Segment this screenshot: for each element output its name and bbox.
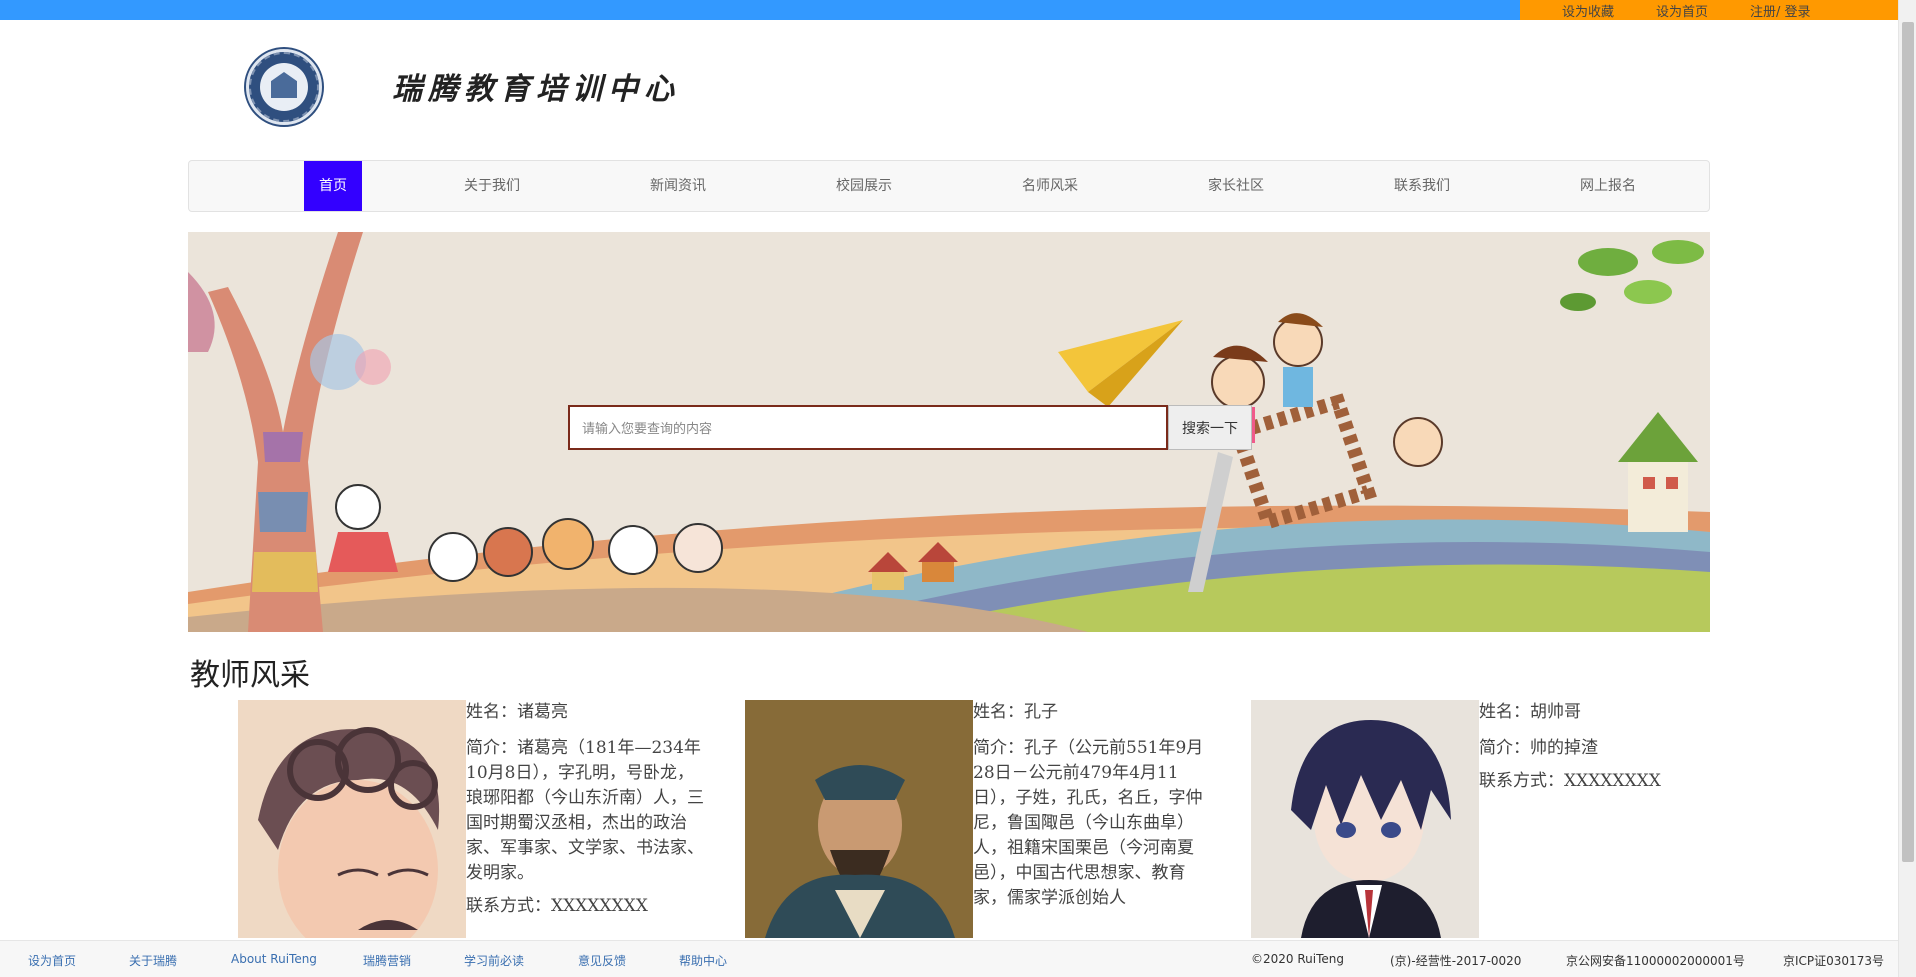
top-bar-links: 设为收藏 设为首页 注册/ 登录 — [1520, 0, 1898, 20]
teacher-bio: 简介：帅的掉渣 — [1479, 738, 1598, 758]
teacher-bio: 简介：孔子（公元前551年9月28日－公元前479年4月11日），子姓，孔氏，名… — [973, 738, 1204, 908]
teacher-name: 姓名：孔子 — [973, 702, 1058, 722]
site-title: 瑞腾教育培训中心 — [392, 72, 680, 107]
footer-link-guide[interactable]: 学习前必读 — [464, 952, 524, 969]
teacher-card-hu-shuaige: 姓名：胡帅哥 简介：帅的掉渣 联系方式：XXXXXXXX — [1479, 700, 1719, 805]
teacher-contact: 联系方式：XXXXXXXX — [1479, 771, 1661, 791]
teacher-photo-hu-shuaige — [1251, 700, 1479, 938]
fixed-footer: 设为首页 关于瑞腾 About RuiTeng 瑞腾营销 学习前必读 意见反馈 … — [0, 940, 1898, 977]
footer-police-record: 京公网安备11000002000001号 — [1566, 954, 1745, 968]
teacher-bio: 简介：诸葛亮（181年—234年10月8日），字孔明，号卧龙，琅琊阳都（今山东沂… — [466, 738, 704, 883]
nav-item-campus[interactable]: 校园展示 — [814, 161, 914, 211]
teacher-name: 姓名：胡帅哥 — [1479, 702, 1581, 722]
teacher-card-confucius: 姓名：孔子 简介：孔子（公元前551年9月28日－公元前479年4月11日），子… — [973, 700, 1213, 922]
university-logo — [246, 49, 322, 125]
footer-link-about[interactable]: 关于瑞腾 — [129, 952, 177, 969]
footer-license: (京)-经营性-2017-0020 — [1390, 954, 1522, 968]
main-nav: 首页 关于我们 新闻资讯 校园展示 名师风采 家长社区 联系我们 网上报名 — [188, 160, 1710, 212]
nav-item-home[interactable]: 首页 — [304, 161, 362, 211]
teacher-card-zhuge-liang: 姓名：诸葛亮 简介：诸葛亮（181年—234年10月8日），字孔明，号卧龙，琅琊… — [466, 700, 706, 930]
hero-banner: 请输入您要查询的内容 搜索一下 — [188, 232, 1710, 632]
nav-item-about[interactable]: 关于我们 — [442, 161, 542, 211]
search-input[interactable]: 请输入您要查询的内容 — [568, 405, 1168, 450]
nav-item-parents[interactable]: 家长社区 — [1186, 161, 1286, 211]
section-title-teachers: 教师风采 — [190, 658, 310, 693]
set-homepage-link[interactable]: 设为首页 — [1656, 1, 1708, 20]
nav-item-news[interactable]: 新闻资讯 — [628, 161, 728, 211]
footer-icp: 京ICP证030173号 — [1783, 954, 1884, 968]
nav-item-enroll[interactable]: 网上报名 — [1558, 161, 1658, 211]
bookmark-link[interactable]: 设为收藏 — [1562, 1, 1614, 20]
footer-link-feedback[interactable]: 意见反馈 — [578, 952, 626, 969]
search-button[interactable]: 搜索一下 — [1168, 405, 1252, 450]
nav-item-contact[interactable]: 联系我们 — [1372, 161, 1472, 211]
footer-copyright: ©2020 RuiTeng — [1251, 952, 1344, 966]
footer-link-home[interactable]: 设为首页 — [28, 952, 76, 969]
teacher-contact: 联系方式：XXXXXXXX — [466, 896, 648, 916]
register-login-link[interactable]: 注册/ 登录 — [1750, 1, 1811, 20]
footer-link-about-en[interactable]: About RuiTeng — [231, 952, 317, 966]
teacher-photo-zhuge-liang — [238, 700, 466, 938]
scrollbar-thumb[interactable] — [1902, 22, 1914, 862]
teacher-photo-confucius — [745, 700, 973, 938]
nav-item-teachers[interactable]: 名师风采 — [1000, 161, 1100, 211]
page-scrollbar[interactable] — [1898, 0, 1916, 977]
teacher-name: 姓名：诸葛亮 — [466, 702, 568, 722]
footer-link-marketing[interactable]: 瑞腾营销 — [363, 952, 411, 969]
footer-link-help[interactable]: 帮助中心 — [679, 952, 727, 969]
